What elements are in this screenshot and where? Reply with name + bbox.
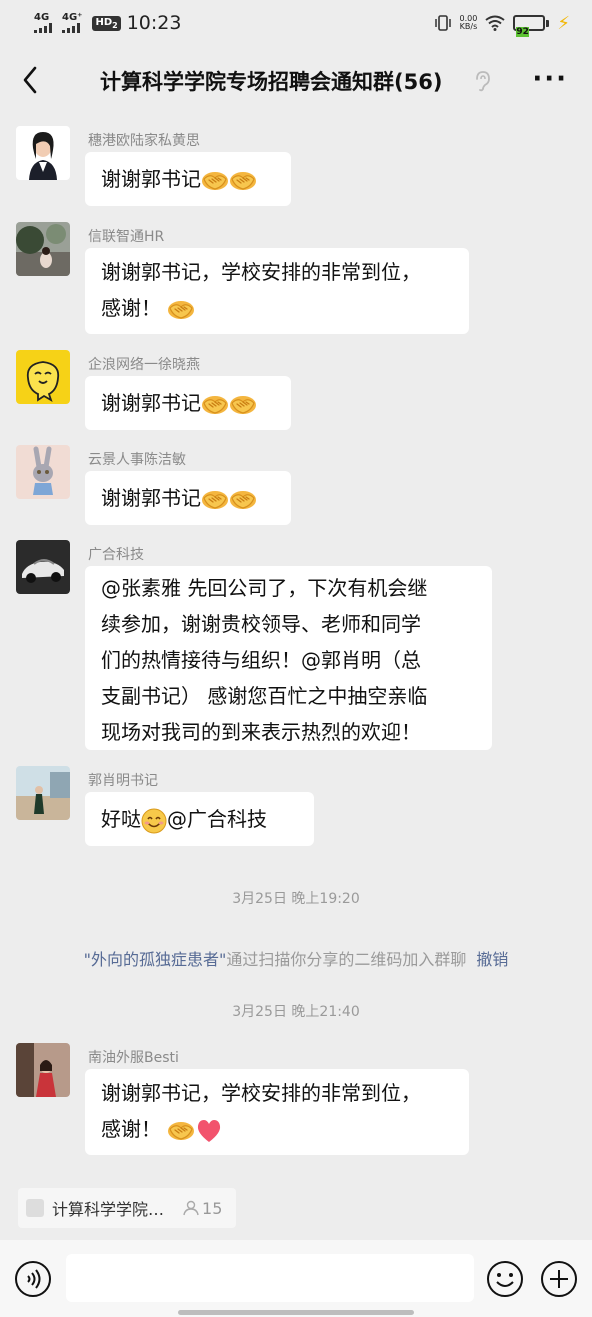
signal-bars-icon [62, 23, 80, 33]
message-line: 感谢！ [101, 296, 161, 320]
battery-icon: 92 [513, 15, 550, 37]
chat-title: 计算科学学院专场招聘会通知群(56) [100, 70, 443, 94]
smile-icon [141, 808, 167, 833]
avatar[interactable] [16, 1043, 70, 1097]
hd-label: HD [95, 16, 113, 28]
message-text: 谢谢郭书记 [101, 391, 201, 415]
voice-input-icon[interactable] [14, 1260, 52, 1298]
system-message: "外向的孤独症患者"通过扫描你分享的二维码加入群聊 撤销 [0, 946, 592, 970]
signal-bars-icon [34, 23, 52, 33]
sender-name: 云景人事陈洁敏 [88, 452, 186, 468]
message-input[interactable] [66, 1254, 474, 1302]
message-line: 谢谢郭书记，学校安排的非常到位， [101, 260, 421, 284]
sender-name: 穗港欧陆家私黄思 [88, 133, 200, 149]
signal-sim1: 4G [34, 13, 52, 33]
timestamp: 3月25日 晚上21:40 [232, 1004, 360, 1020]
avatar[interactable] [16, 126, 70, 180]
handshake-icon [229, 170, 257, 191]
message-text: 谢谢郭书记 [101, 167, 201, 191]
pinned-label: 计算科学学院… [52, 1200, 165, 1219]
charging-icon: ⚡ [557, 12, 570, 34]
message-line: 们的热情接待与组织！@郭肖明（总 [101, 648, 421, 672]
handshake-icon [201, 170, 229, 191]
hd-voice-icon: HD2 [92, 15, 121, 31]
sender-name: 信联智通HR [88, 229, 165, 245]
revoke-link[interactable]: 撤销 [476, 950, 508, 969]
emoji-icon[interactable] [486, 1260, 524, 1298]
sender-name: 广合科技 [88, 547, 144, 563]
message-bubble[interactable]: 好哒 @广合科技 [85, 792, 314, 846]
hd-sub: 2 [112, 20, 118, 30]
vibrate-icon [434, 15, 451, 31]
message-bubble[interactable]: 谢谢郭书记，学校安排的非常到位， 感谢！ [85, 248, 469, 334]
avatar[interactable] [16, 350, 70, 404]
mention-text: @广合科技 [167, 807, 267, 831]
member-count: 15 [182, 1199, 222, 1218]
timestamp: 3月25日 晚上19:20 [232, 891, 360, 907]
wifi-icon [485, 15, 505, 31]
message-text: 好哒 [101, 807, 141, 831]
message-bubble[interactable]: @张素雅 先回公司了，下次有机会继 续参加，谢谢贵校领导、老师和同学 们的热情接… [85, 566, 492, 750]
message-line: 谢谢郭书记，学校安排的非常到位， [101, 1081, 421, 1105]
heart-icon [198, 1119, 221, 1142]
speed-unit: KB/s [459, 22, 478, 31]
message-line: 现场对我司的到来表示热烈的欢迎！ [101, 720, 421, 744]
member-count-value: 15 [202, 1198, 223, 1218]
home-indicator [178, 1310, 414, 1315]
handshake-icon [229, 394, 257, 415]
nav-bar: 计算科学学院专场招聘会通知群(56) ··· [0, 52, 592, 108]
back-arrow-icon[interactable] [18, 62, 48, 98]
more-options-button[interactable]: ··· [532, 64, 568, 94]
message-line: 支副书记） 感谢您百忙之中抽空亲临 [101, 684, 428, 708]
message-line: 感谢！ [101, 1117, 161, 1141]
avatar[interactable] [16, 540, 70, 594]
message-bubble[interactable]: 谢谢郭书记 [85, 376, 291, 430]
handshake-icon [229, 489, 257, 510]
person-icon [183, 1200, 199, 1216]
network-type-1: 4G [34, 12, 50, 23]
sender-name: 南油外服Besti [88, 1050, 179, 1066]
avatar[interactable] [16, 445, 70, 499]
signal-sim2: 4G⁺ [62, 13, 82, 33]
message-bubble[interactable]: 谢谢郭书记 [85, 471, 291, 525]
status-bar: 4G 4G⁺ HD2 10:23 0.00 KB/s 92 ⚡ [0, 0, 592, 46]
handshake-icon [201, 489, 229, 510]
message-bubble[interactable]: 谢谢郭书记，学校安排的非常到位， 感谢！ [85, 1069, 469, 1155]
message-line: @张素雅 先回公司了，下次有机会继 [101, 576, 428, 600]
sender-name: 郭肖明书记 [88, 773, 158, 789]
handshake-icon [167, 299, 196, 320]
handshake-icon [167, 1120, 196, 1141]
add-icon[interactable] [540, 1260, 578, 1298]
pinned-group-chip[interactable]: 计算科学学院… 15 [18, 1188, 237, 1228]
joined-user-link[interactable]: "外向的孤独症患者" [84, 950, 227, 969]
battery-level: 92 [516, 27, 529, 37]
status-time: 10:23 [126, 12, 182, 34]
network-type-2: 4G⁺ [62, 12, 83, 23]
ear-icon [476, 71, 490, 92]
avatar[interactable] [16, 766, 70, 820]
sender-name: 企浪网络一徐晓燕 [88, 357, 200, 373]
input-bar [0, 1240, 592, 1317]
message-line: 续参加，谢谢贵校领导、老师和同学 [101, 612, 421, 636]
document-icon [26, 1199, 44, 1217]
message-text: 谢谢郭书记 [101, 486, 201, 510]
avatar[interactable] [16, 222, 70, 276]
handshake-icon [201, 394, 229, 415]
system-text: 通过扫描你分享的二维码加入群聊 [226, 950, 467, 969]
message-bubble[interactable]: 谢谢郭书记 [85, 152, 291, 206]
network-speed: 0.00 KB/s [460, 15, 478, 31]
